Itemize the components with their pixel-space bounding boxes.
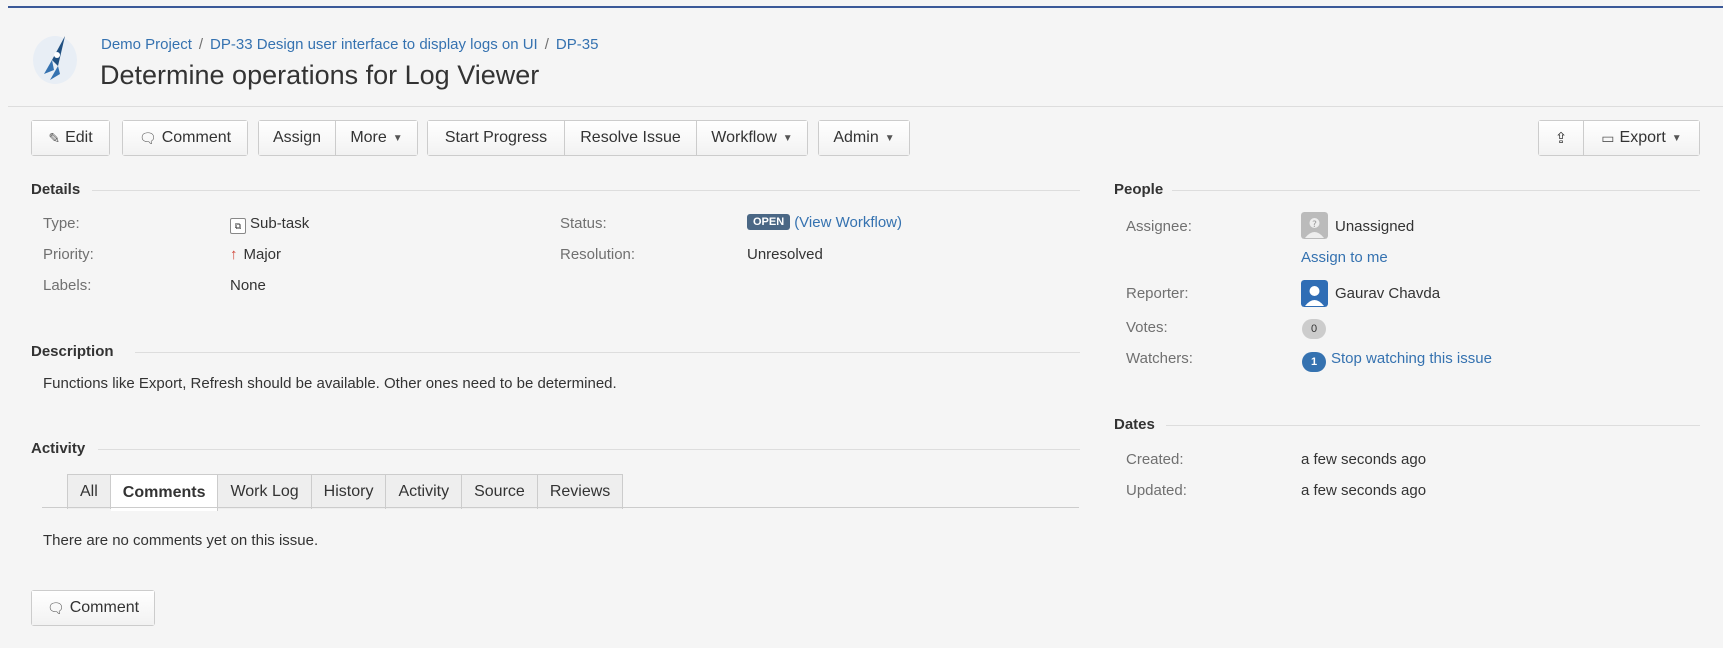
edit-button[interactable]: ✎ Edit: [32, 121, 109, 155]
chevron-down-icon: ▼: [884, 132, 895, 144]
page-title: Determine operations for Log Viewer: [100, 60, 540, 90]
dates-rule: [1166, 425, 1700, 426]
bottom-comment-group: 🗨 Comment: [31, 590, 155, 626]
svg-text:?: ?: [1312, 220, 1317, 230]
tab-reviews[interactable]: Reviews: [538, 475, 622, 509]
more-dropdown[interactable]: More ▼: [336, 121, 417, 155]
status-value: OPEN (View Workflow): [747, 214, 902, 231]
comment-group: 🗨 Comment: [122, 120, 248, 156]
people-rule: [1172, 190, 1700, 191]
tabs-underline: [42, 507, 1079, 508]
priority-value: ↑ Major: [230, 246, 282, 263]
resolve-issue-button[interactable]: Resolve Issue: [565, 121, 697, 155]
status-badge: OPEN: [747, 214, 791, 230]
chevron-down-icon: ▼: [1671, 132, 1682, 144]
type-value: ⧉ Sub-task: [230, 215, 309, 234]
assign-to-me-link[interactable]: Assign to me: [1301, 249, 1388, 266]
reporter-label: Reporter:: [1126, 285, 1189, 302]
breadcrumb-project-link[interactable]: Demo Project: [101, 36, 192, 53]
description-heading: Description: [31, 343, 114, 360]
share-button[interactable]: ⇪: [1539, 121, 1584, 155]
description-rule: [135, 352, 1080, 353]
reporter-value: Gaurav Chavda: [1335, 285, 1441, 302]
activity-tabs: All Comments Work Log History Activity S…: [67, 474, 624, 511]
share-icon: ⇪: [1554, 130, 1568, 147]
chevron-down-icon: ▼: [782, 132, 793, 144]
view-workflow-link[interactable]: (View Workflow): [794, 214, 902, 231]
assign-more-group: Assign More ▼: [258, 120, 418, 156]
votes-label: Votes:: [1126, 319, 1168, 336]
workflow-group: Start Progress Resolve Issue Workflow ▼: [427, 120, 808, 156]
issue-header: [8, 8, 1723, 107]
assignee-label: Assignee:: [1126, 218, 1192, 235]
watchers-count-badge: 1: [1302, 352, 1326, 372]
unassigned-avatar-icon: ?: [1301, 212, 1328, 239]
start-progress-button[interactable]: Start Progress: [428, 121, 565, 155]
pencil-icon: ✎: [48, 129, 61, 146]
people-heading: People: [1114, 181, 1164, 198]
created-label: Created:: [1126, 451, 1184, 468]
activity-heading: Activity: [31, 440, 86, 457]
comment-button[interactable]: 🗨 Comment: [123, 121, 247, 155]
bottom-comment-button[interactable]: 🗨 Comment: [32, 591, 154, 625]
breadcrumb-parent-link[interactable]: DP-33 Design user interface to display l…: [210, 36, 538, 53]
priority-up-arrow-icon: ↑: [230, 246, 238, 263]
breadcrumb: Demo Project / DP-33 Design user interface…: [101, 36, 599, 53]
updated-value: a few seconds ago: [1301, 482, 1427, 499]
details-rule: [92, 190, 1080, 191]
status-label: Status:: [560, 215, 607, 232]
created-value: a few seconds ago: [1301, 451, 1427, 468]
resolution-label: Resolution:: [560, 246, 636, 263]
subtask-icon: ⧉: [230, 218, 246, 234]
assignee-value: Unassigned: [1335, 218, 1415, 235]
details-heading: Details: [31, 181, 81, 198]
project-rocket-icon: [33, 36, 77, 84]
votes-badge[interactable]: 0: [1302, 319, 1326, 339]
description-text: Functions like Export, Refresh should be…: [43, 375, 617, 392]
tab-all[interactable]: All: [68, 475, 111, 509]
priority-label: Priority:: [43, 246, 94, 263]
resolution-value: Unresolved: [747, 246, 823, 263]
type-label: Type:: [43, 215, 80, 232]
reporter-avatar: [1301, 280, 1328, 307]
speech-bubble-icon: 🗨: [138, 129, 157, 146]
admin-dropdown[interactable]: Admin ▼: [819, 121, 909, 155]
edit-comment-group: ✎ Edit: [31, 120, 110, 156]
chevron-down-icon: ▼: [392, 132, 403, 144]
workflow-dropdown[interactable]: Workflow ▼: [697, 121, 807, 155]
stop-watching-link[interactable]: Stop watching this issue: [1331, 350, 1492, 367]
admin-group: Admin ▼: [818, 120, 910, 156]
breadcrumb-issue-link[interactable]: DP-35: [556, 36, 599, 53]
tab-work-log[interactable]: Work Log: [218, 475, 312, 509]
labels-label: Labels:: [43, 277, 92, 294]
tab-comments[interactable]: Comments: [110, 475, 219, 511]
watchers-value: 1 Stop watching this issue: [1302, 350, 1492, 372]
labels-value: None: [230, 277, 266, 294]
export-dropdown[interactable]: ▭ Export ▼: [1584, 121, 1699, 155]
activity-rule: [98, 449, 1080, 450]
share-export-group: ⇪ ▭ Export ▼: [1538, 120, 1700, 156]
speech-bubble-icon: 🗨: [46, 599, 65, 616]
dates-heading: Dates: [1114, 416, 1155, 433]
tab-source[interactable]: Source: [462, 475, 538, 509]
assign-button[interactable]: Assign: [259, 121, 336, 155]
updated-label: Updated:: [1126, 482, 1187, 499]
no-comments-text: There are no comments yet on this issue.: [43, 532, 319, 549]
monitor-icon: ▭: [1601, 129, 1615, 146]
tab-history[interactable]: History: [312, 475, 387, 509]
watchers-label: Watchers:: [1126, 350, 1193, 367]
tab-activity[interactable]: Activity: [386, 475, 463, 509]
